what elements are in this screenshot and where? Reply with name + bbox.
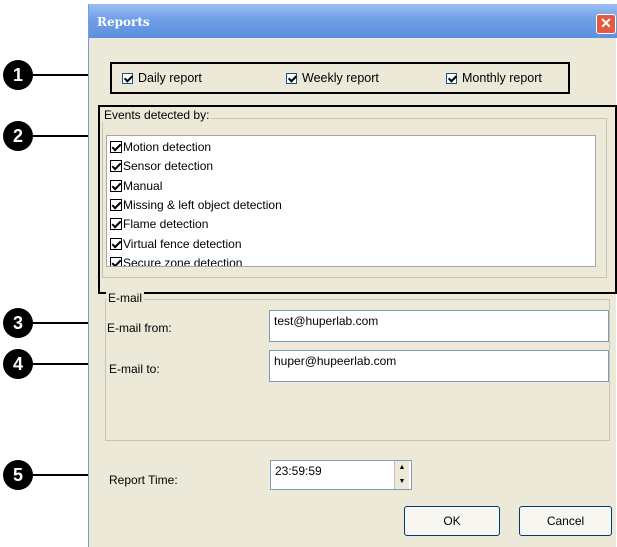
callout-3: 3 xyxy=(3,308,33,338)
event-flame-detection[interactable]: Flame detection xyxy=(110,217,208,231)
event-virtual-fence[interactable]: Virtual fence detection xyxy=(110,237,242,251)
event-motion-detection[interactable]: Motion detection xyxy=(110,140,211,154)
report-time-value: 23:59:59 xyxy=(275,464,322,478)
time-spin-up[interactable]: ▲ xyxy=(394,461,409,475)
event-secure-zone[interactable]: Secure zone detection xyxy=(110,256,243,267)
checkbox-check-icon xyxy=(446,72,457,84)
event-label: Missing & left object detection xyxy=(123,198,282,212)
checkbox-check-icon xyxy=(110,238,122,250)
checkbox-check-icon xyxy=(122,72,133,84)
email-from-input[interactable]: test@huperlab.com xyxy=(269,310,609,342)
event-label: Flame detection xyxy=(123,217,209,231)
daily-report-checkbox[interactable]: Daily report xyxy=(122,71,202,85)
report-time-label: Report Time: xyxy=(109,473,178,487)
checkbox-check-icon xyxy=(110,180,122,192)
event-missing-left-object[interactable]: Missing & left object detection xyxy=(110,198,282,212)
reports-dialog: Reports ✕ Daily report Weekly report Mon… xyxy=(88,4,617,547)
weekly-report-label: Weekly report xyxy=(302,71,379,85)
callout-5: 5 xyxy=(3,460,33,490)
time-spin-down[interactable]: ▼ xyxy=(394,475,409,489)
event-sensor-detection[interactable]: Sensor detection xyxy=(110,159,213,173)
event-label: Virtual fence detection xyxy=(123,237,242,251)
dialog-title: Reports xyxy=(97,15,150,29)
event-label: Motion detection xyxy=(123,140,212,154)
email-from-label: E-mail from: xyxy=(107,321,172,335)
event-label: Secure zone detection xyxy=(123,256,243,267)
callout-4: 4 xyxy=(3,349,33,379)
title-bar: Reports ✕ xyxy=(89,4,617,38)
event-label: Manual xyxy=(123,179,163,193)
ok-button[interactable]: OK xyxy=(404,506,500,536)
checkbox-check-icon xyxy=(110,199,122,211)
event-manual[interactable]: Manual xyxy=(110,179,162,193)
report-type-panel: Daily report Weekly report Monthly repor… xyxy=(110,62,570,94)
checkbox-check-icon xyxy=(110,141,122,153)
event-label: Sensor detection xyxy=(123,159,214,173)
monthly-report-label: Monthly report xyxy=(462,71,542,85)
checkbox-check-icon xyxy=(110,218,122,230)
checkbox-check-icon xyxy=(286,72,297,84)
monthly-report-checkbox[interactable]: Monthly report xyxy=(446,71,542,85)
email-to-input[interactable]: huper@hupeerlab.com xyxy=(269,350,609,382)
email-to-label: E-mail to: xyxy=(109,362,160,376)
checkbox-check-icon xyxy=(110,160,122,172)
spin-up-icon: ▲ xyxy=(398,464,406,471)
close-button[interactable]: ✕ xyxy=(596,14,616,34)
events-list[interactable]: Motion detection Sensor detection Manual… xyxy=(106,135,596,267)
callout-2: 2 xyxy=(3,121,33,151)
report-time-input[interactable]: 23:59:59 xyxy=(270,460,412,490)
spin-down-icon: ▼ xyxy=(398,478,406,485)
checkbox-check-icon xyxy=(110,257,122,266)
callout-1: 1 xyxy=(3,60,33,90)
email-group-label: E-mail xyxy=(106,291,145,305)
weekly-report-checkbox[interactable]: Weekly report xyxy=(286,71,379,85)
events-group-label: Events detected by: xyxy=(102,108,212,122)
daily-report-label: Daily report xyxy=(138,71,202,85)
cancel-button[interactable]: Cancel xyxy=(519,506,612,536)
